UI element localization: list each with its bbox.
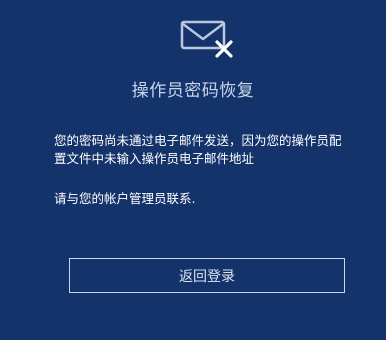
error-message: 您的密码尚未通过电子邮件发送，因为您的操作员配 置文件中未输入操作员电子邮件地址 [54,132,364,168]
dialog-title: 操作员密码恢复 [131,81,255,101]
return-to-login-button[interactable]: 返回登录 [69,258,345,293]
password-recovery-panel: 操作员密码恢复 您的密码尚未通过电子邮件发送，因为您的操作员配 置文件中未输入操… [0,0,386,340]
error-message-line-1: 您的密码尚未通过电子邮件发送，因为您的操作员配 [54,133,342,148]
contact-admin-text: 请与您的帐户管理员联系. [54,191,196,206]
error-message-line-2: 置文件中未输入操作员电子邮件地址 [54,151,255,166]
mail-error-icon [180,18,238,62]
